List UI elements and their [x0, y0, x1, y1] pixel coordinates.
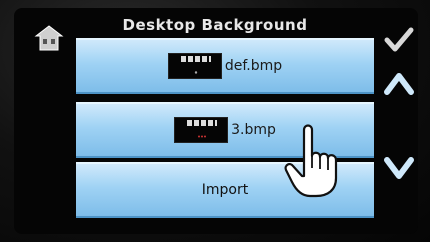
pointing-hand-icon	[282, 120, 352, 200]
file-name-label: 3.bmp	[231, 122, 276, 138]
chevron-up-icon[interactable]	[383, 68, 415, 96]
chevron-down-icon[interactable]	[383, 154, 415, 182]
device-bezel: Desktop Background def.bmp 3.bmp Import	[0, 0, 430, 242]
list-item[interactable]: def.bmp	[76, 38, 374, 94]
file-name-label: def.bmp	[224, 58, 283, 74]
file-thumbnail	[167, 53, 222, 79]
page-title: Desktop Background	[122, 16, 308, 34]
file-thumbnail	[174, 117, 229, 143]
checkmark-icon[interactable]	[383, 26, 415, 54]
import-label: Import	[201, 182, 249, 198]
